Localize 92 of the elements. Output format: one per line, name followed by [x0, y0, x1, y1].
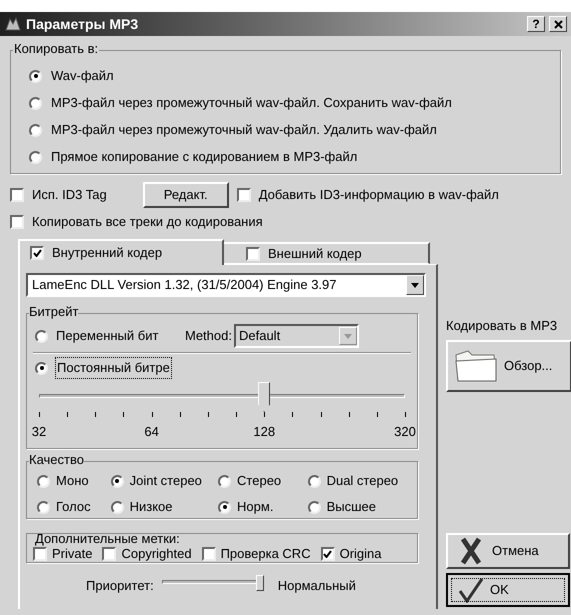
tab[interactable]: Внешний кодер: [224, 242, 430, 264]
priority-value: Нормальный: [278, 577, 356, 596]
checkbox[interactable]: [202, 546, 216, 561]
check-icon: [323, 550, 332, 558]
scale-label: 128: [253, 423, 276, 441]
ok-button[interactable]: OK: [446, 573, 570, 607]
scale-label: 64: [144, 423, 159, 441]
close-icon: [554, 20, 562, 28]
radio-label: Стерео: [237, 472, 282, 490]
tick-mark: [292, 412, 294, 417]
tick-mark: [376, 412, 378, 417]
radio-label: Dual стерео: [326, 472, 398, 490]
scale-label: 320: [394, 423, 416, 441]
radio-button[interactable]: [110, 500, 124, 514]
slider-thumb[interactable]: [256, 575, 264, 591]
checkbox[interactable]: [33, 546, 47, 561]
close-button[interactable]: [549, 16, 567, 32]
priority-label: Приоритет:: [86, 577, 154, 596]
encoder-dropdown[interactable]: LameEnc DLL Version 1.32, (31/5/2004) Engine 3.97: [26, 273, 426, 297]
radio-label: Моно: [56, 472, 89, 490]
radio-label: Joint стерео: [130, 472, 202, 490]
checkbox-label: Копировать все треки до кодирования: [32, 213, 263, 232]
radio-label: Постоянный битре: [56, 358, 171, 378]
radio-button[interactable]: [29, 96, 42, 110]
caret-icon: [344, 334, 352, 338]
option-label: Прямое копирование с кодированием в MP3-файл: [51, 148, 358, 166]
radio-button[interactable]: [29, 124, 42, 136]
check-icon: [32, 249, 42, 257]
caret-icon: [411, 282, 419, 288]
tick-mark: [264, 412, 266, 417]
dropdown-button[interactable]: [406, 275, 424, 295]
radio-label: Норм.: [237, 498, 274, 516]
radio-button[interactable]: [29, 150, 42, 164]
edit-button[interactable]: Редакт.: [142, 182, 229, 208]
radio-label: Переменный бит: [56, 327, 158, 346]
tick-mark: [320, 412, 322, 417]
slider-thumb[interactable]: [258, 382, 270, 412]
radio-button[interactable]: [218, 474, 232, 488]
radio-label: Голос: [56, 498, 91, 516]
radio-button[interactable]: [35, 330, 48, 342]
app-icon: [4, 16, 22, 32]
group-label: Битрейт: [29, 305, 78, 318]
tick-mark: [208, 412, 209, 417]
checkbox[interactable]: [30, 246, 44, 260]
group-label: Качество: [29, 453, 84, 466]
tick-mark: [405, 412, 406, 417]
checkbox-label: Проверка CRC: [220, 545, 311, 562]
radio-button[interactable]: [29, 70, 42, 82]
method-label: Method:: [185, 327, 232, 346]
tick-mark: [67, 412, 68, 417]
encode-label: Кодировать в MP3: [446, 317, 558, 335]
tab[interactable]: Внутренний кодер: [18, 239, 224, 265]
radio-button[interactable]: [35, 362, 48, 374]
radio-button[interactable]: [218, 500, 232, 514]
checkbox[interactable]: [320, 546, 335, 561]
tick-mark: [180, 412, 181, 417]
checkbox[interactable]: [10, 188, 24, 202]
x-icon: [460, 537, 482, 565]
group-label: Копировать в:: [13, 42, 100, 55]
radio-label: Низкое: [130, 498, 173, 516]
checkbox-label: Private: [52, 546, 92, 562]
tick-mark: [348, 412, 350, 417]
window-title: Параметры MP3: [26, 14, 138, 34]
browse-button[interactable]: Обзор...: [446, 340, 571, 392]
option-label: MP3-файл через промежуточный wav-файл. Удалить wav-файл: [51, 121, 437, 140]
radio-button[interactable]: [308, 500, 321, 514]
checkbox[interactable]: [102, 546, 116, 561]
option-label: MP3-файл через промежуточный wav-файл. Сохранить wav-файл: [51, 94, 452, 112]
help-button[interactable]: ?: [527, 16, 545, 32]
radio-label: Высшее: [326, 498, 376, 516]
checkbox-label: Исп. ID3 Tag: [32, 186, 107, 204]
folder-icon: [454, 348, 498, 382]
tick-mark: [39, 412, 40, 417]
radio-button[interactable]: [37, 474, 50, 488]
option-label: Wav-файл: [51, 67, 114, 86]
radio-button[interactable]: [110, 474, 124, 488]
checkbox[interactable]: [236, 188, 251, 202]
tick-mark: [152, 412, 153, 417]
checkbox-label: Copyrighted: [121, 546, 192, 562]
group-label: Дополнительные метки:: [35, 534, 180, 545]
checkbox-label: Origina: [340, 545, 382, 562]
tick-mark: [95, 412, 96, 417]
radio-button[interactable]: [37, 500, 50, 514]
checkbox[interactable]: [10, 215, 24, 229]
checkbox[interactable]: [246, 246, 260, 260]
check-icon: [458, 577, 484, 603]
tick-mark: [123, 412, 124, 417]
checkbox-label: Добавить ID3-информацию в wav-файл: [258, 186, 499, 204]
tick-mark: [236, 412, 238, 417]
radio-button[interactable]: [308, 474, 321, 488]
scale-label: 32: [32, 423, 46, 441]
cancel-button[interactable]: Отмена: [446, 533, 570, 569]
